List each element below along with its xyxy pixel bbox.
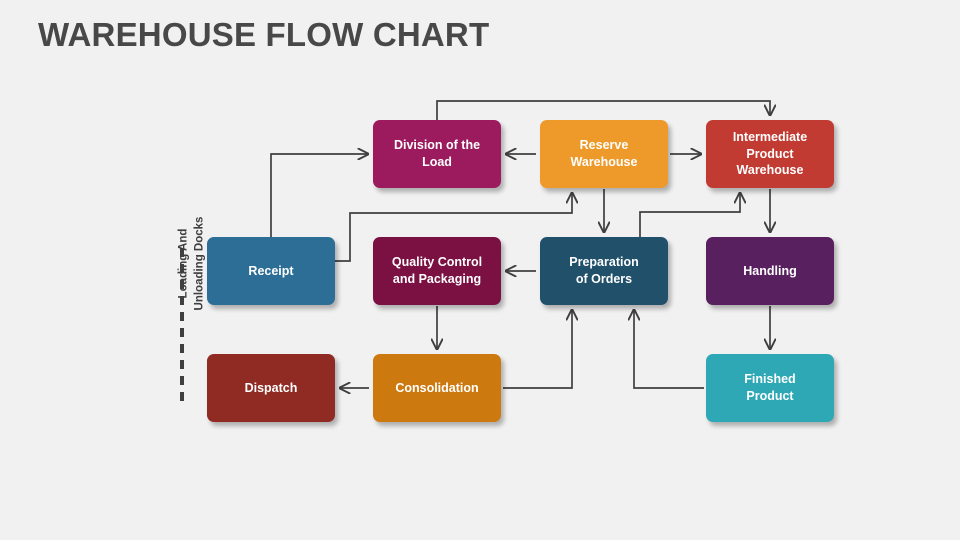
node-label: Division of the Load	[393, 138, 481, 169]
flow-chart-slide: WAREHOUSE FLOW CHART Loading And Unloadi…	[0, 0, 960, 540]
node-label: Preparation of Orders	[569, 255, 639, 286]
node-quality-control-and-packaging[interactable]: Quality Control and Packaging	[373, 237, 501, 305]
node-label: Dispatch	[244, 380, 298, 395]
node-intermediate-product-warehouse[interactable]: Intermediate Product Warehouse	[706, 120, 834, 188]
node-consolidation[interactable]: Consolidation	[373, 354, 501, 422]
node-label: Receipt	[248, 263, 294, 278]
node-label: Handling	[743, 263, 797, 278]
edge-division-to-intermediate	[436, 100, 770, 120]
node-label: Finished Product	[744, 372, 796, 403]
page-title: WAREHOUSE FLOW CHART	[38, 16, 490, 53]
node-label: Intermediate Product Warehouse	[732, 129, 808, 178]
node-label: Consolidation	[395, 380, 479, 395]
node-finished-product[interactable]: Finished Product	[706, 354, 834, 422]
edge-preparation-to-intermediate	[639, 193, 740, 237]
edge-consolidation-to-preparation	[503, 310, 572, 389]
docks-divider	[180, 248, 184, 406]
edge-finished-to-preparation	[634, 310, 704, 389]
node-preparation-of-orders[interactable]: Preparation of Orders	[540, 237, 668, 305]
node-reserve-warehouse[interactable]: Reserve Warehouse	[540, 120, 668, 188]
node-dispatch[interactable]: Dispatch	[207, 354, 335, 422]
node-label: Quality Control and Packaging	[391, 255, 483, 286]
node-receipt[interactable]: Receipt	[207, 237, 335, 305]
node-label: Reserve Warehouse	[570, 138, 638, 169]
edge-receipt-to-division	[270, 154, 368, 237]
node-division-of-the-load[interactable]: Division of the Load	[373, 120, 501, 188]
node-handling[interactable]: Handling	[706, 237, 834, 305]
